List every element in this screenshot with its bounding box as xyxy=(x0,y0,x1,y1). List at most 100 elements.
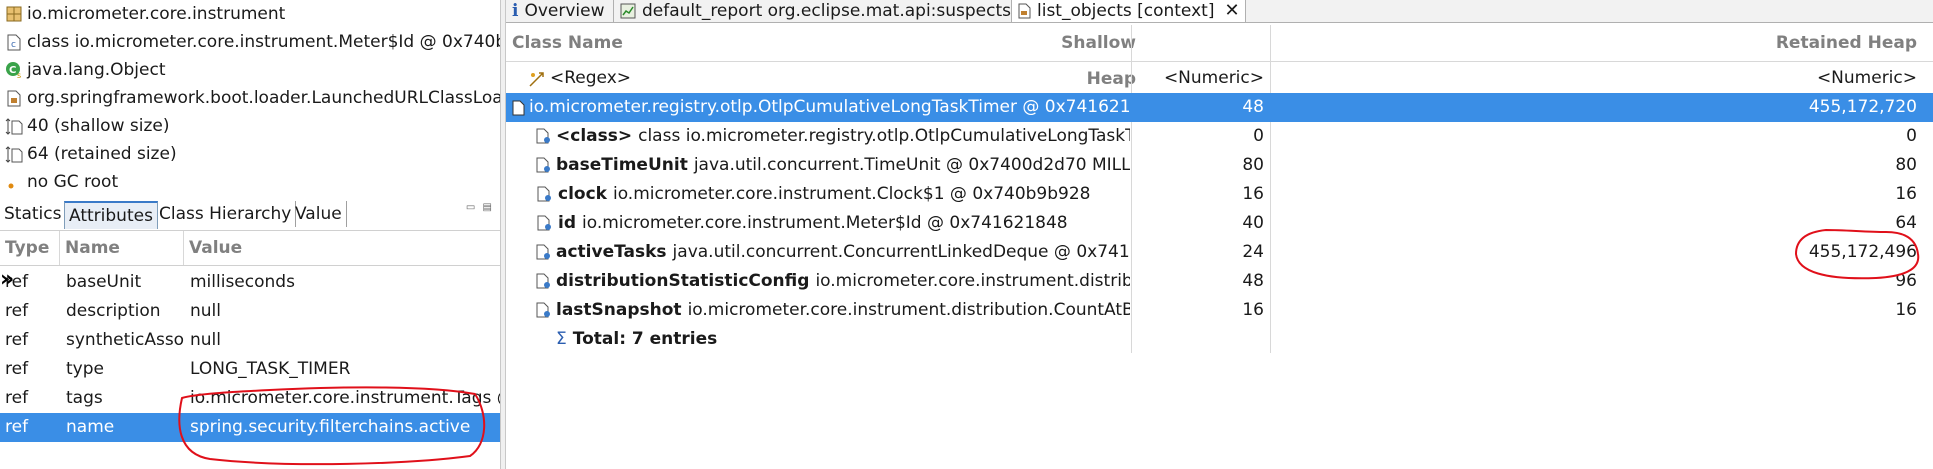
cell-type: ref xyxy=(5,359,29,379)
cell-value: LONG_TASK_TIMER xyxy=(190,359,351,379)
info-classloader: org.springframework.boot.loader.Launched… xyxy=(0,84,500,112)
tab-default-report[interactable]: default_report org.eclipse.mat.api:suspe… xyxy=(614,0,1012,22)
close-icon[interactable]: ✕ xyxy=(1224,0,1239,22)
col-retained-heap[interactable]: Retained Heap xyxy=(1140,25,1923,61)
cell-shallow: 24 xyxy=(1242,242,1264,262)
svg-text:C: C xyxy=(9,65,16,76)
cell-retained: 64 xyxy=(1895,213,1917,233)
cell-shallow: 0 xyxy=(1253,126,1264,146)
table-row[interactable]: distributionStatisticConfig io.micromete… xyxy=(506,267,1933,296)
svg-text:c: c xyxy=(11,40,16,50)
cell-value: io.micrometer.core.instrument.Tags @ xyxy=(190,388,500,408)
cell-shallow: 40 xyxy=(1242,213,1264,233)
cell-name: baseUnit xyxy=(66,272,142,292)
info-superclass: Cs java.lang.Object xyxy=(0,56,500,84)
tab-class-hierarchy[interactable]: Class Hierarchy xyxy=(155,201,297,227)
shallow-size-icon xyxy=(4,116,24,136)
cell-value: null xyxy=(190,330,221,350)
cell-type: ref xyxy=(5,388,29,408)
table-row[interactable]: ref tags io.micrometer.core.instrument.T… xyxy=(0,384,500,413)
table-row-selected[interactable]: ref name spring.security.filterchains.ac… xyxy=(0,413,500,442)
cell-shallow: 48 xyxy=(1242,97,1264,117)
field-ref-icon xyxy=(536,272,552,292)
classloader-icon xyxy=(4,88,24,108)
cell-name: description xyxy=(66,301,161,321)
object-icon xyxy=(512,98,525,118)
cell-name: tags xyxy=(66,388,103,408)
object-class-icon: Cs xyxy=(4,60,24,80)
table-row-selected[interactable]: io.micrometer.registry.otlp.OtlpCumulati… xyxy=(506,93,1933,122)
field-ref-icon xyxy=(536,127,552,147)
cell-name: name xyxy=(66,417,115,437)
field-ref-icon xyxy=(536,301,552,321)
attribute-table-header: Type Name Value xyxy=(0,230,500,266)
col-shallow-heap[interactable]: Shallow Heap xyxy=(1018,25,1138,89)
object-list-pane: i Overview default_report org.eclipse.ma… xyxy=(506,0,1933,469)
editor-tab-bar: i Overview default_report org.eclipse.ma… xyxy=(506,0,1933,23)
table-row[interactable]: id io.micrometer.core.instrument.Meter$I… xyxy=(506,209,1933,238)
table-row[interactable]: <class> class io.micrometer.registry.otl… xyxy=(506,122,1933,151)
total-row: Σ Total: 7 entries xyxy=(506,325,1933,354)
inspector-pane: io.micrometer.core.instrument c class io… xyxy=(0,0,500,469)
table-row[interactable]: activeTasks java.util.concurrent.Concurr… xyxy=(506,238,1933,267)
tab-overview[interactable]: i Overview xyxy=(506,0,614,22)
retained-size-icon xyxy=(4,144,24,164)
attribute-tabs: Statics Attributes Class Hierarchy Value xyxy=(0,201,500,229)
cell-retained: 455,172,720 xyxy=(1808,97,1917,117)
object-table-header: Class Name Shallow Heap Retained Heap xyxy=(506,25,1933,89)
class-file-icon: c xyxy=(4,32,24,52)
field-ref-icon xyxy=(536,243,552,263)
col-name[interactable]: Name xyxy=(60,231,184,265)
cell-value: spring.security.filterchains.active xyxy=(190,417,471,437)
cell-value: milliseconds xyxy=(190,272,295,292)
cell-retained: 16 xyxy=(1895,300,1917,320)
col-class-name[interactable]: Class Name xyxy=(512,25,1012,61)
field-ref-icon xyxy=(536,156,552,176)
cell-name: type xyxy=(66,359,104,379)
table-row[interactable]: baseTimeUnit java.util.concurrent.TimeUn… xyxy=(506,151,1933,180)
table-row[interactable]: lastSnapshot io.micrometer.core.instrume… xyxy=(506,296,1933,325)
cell-retained: 96 xyxy=(1895,271,1917,291)
tab-list-objects[interactable]: list_objects [context] ✕ xyxy=(1012,0,1246,22)
retained-filter-input[interactable]: <Numeric> xyxy=(1276,64,1917,93)
cell-shallow: 48 xyxy=(1242,271,1264,291)
regex-filter-icon xyxy=(528,69,546,89)
info-icon: i xyxy=(512,1,519,21)
cell-name: syntheticAsso xyxy=(66,330,184,350)
table-row[interactable]: ref baseUnit milliseconds xyxy=(0,268,500,297)
regex-filter-input[interactable]: <Regex> xyxy=(550,64,631,93)
view-menu-icon[interactable]: ▭ ▤ xyxy=(466,202,494,213)
cell-shallow: 16 xyxy=(1242,300,1264,320)
info-shallow-size: 40 (shallow size) xyxy=(0,112,500,140)
table-row[interactable]: ref type LONG_TASK_TIMER xyxy=(0,355,500,384)
tab-attributes[interactable]: Attributes xyxy=(64,201,158,229)
table-row[interactable]: ref description null xyxy=(0,297,500,326)
field-ref-icon xyxy=(536,214,554,234)
info-package: io.micrometer.core.instrument xyxy=(0,0,500,28)
cell-shallow: 80 xyxy=(1242,155,1264,175)
info-retained-size: 64 (retained size) xyxy=(0,140,500,168)
tab-value[interactable]: Value xyxy=(291,201,347,227)
filter-row[interactable]: <Regex> <Numeric> <Numeric> xyxy=(506,64,1933,93)
package-icon xyxy=(4,4,24,24)
info-class: c class io.micrometer.core.instrument.Me… xyxy=(0,28,500,56)
svg-text:s: s xyxy=(17,71,21,79)
table-row[interactable]: ref syntheticAsso null xyxy=(0,326,500,355)
cell-type: ref xyxy=(5,330,29,350)
cell-retained: 80 xyxy=(1895,155,1917,175)
col-value[interactable]: Value xyxy=(184,231,500,265)
report-icon xyxy=(620,3,636,19)
table-row[interactable]: clock io.micrometer.core.instrument.Cloc… xyxy=(506,180,1933,209)
cell-retained: 16 xyxy=(1895,184,1917,204)
gc-root-icon xyxy=(4,172,24,192)
cell-type: ref xyxy=(5,301,29,321)
mouse-cursor-icon: » xyxy=(0,267,15,292)
cell-type: ref xyxy=(5,417,29,437)
cell-retained: 0 xyxy=(1906,126,1917,146)
cell-retained: 455,172,496 xyxy=(1808,242,1917,262)
cell-shallow: 16 xyxy=(1242,184,1264,204)
col-type[interactable]: Type xyxy=(0,231,60,265)
list-icon xyxy=(1018,3,1031,19)
shallow-filter-input[interactable]: <Numeric> xyxy=(1146,64,1264,93)
tab-statics[interactable]: Statics xyxy=(0,201,67,227)
